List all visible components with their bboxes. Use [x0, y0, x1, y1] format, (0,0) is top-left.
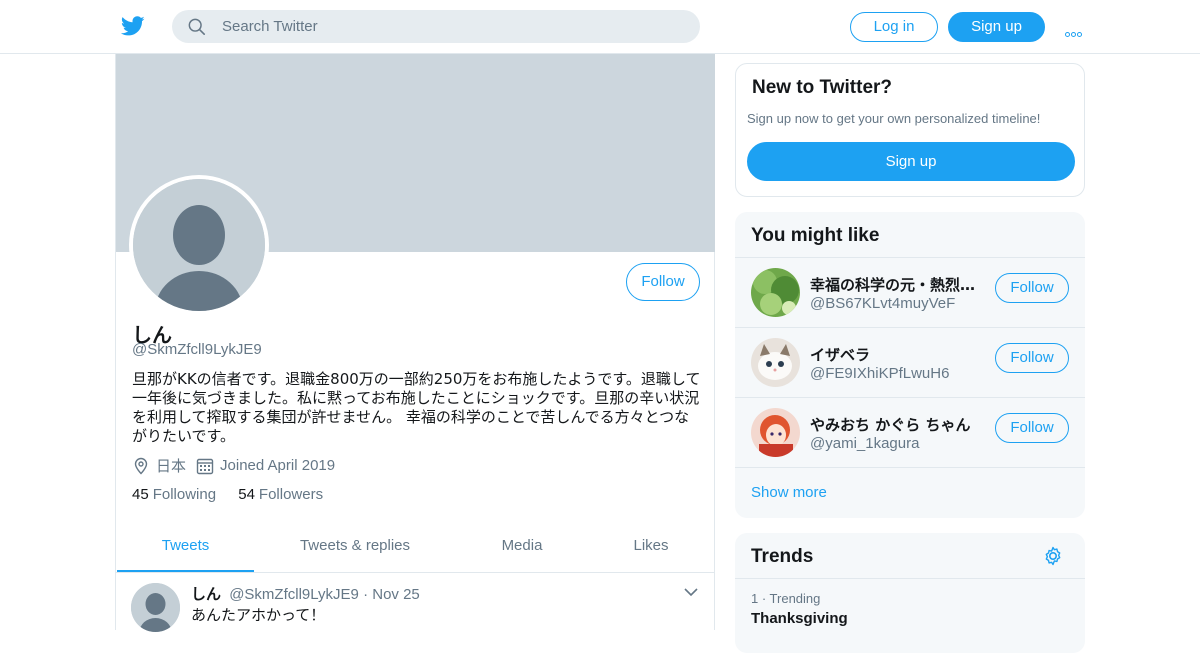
login-button[interactable]: Log in	[850, 12, 938, 42]
tab-likes[interactable]: Likes	[621, 520, 681, 572]
search-icon	[188, 18, 206, 36]
location-pin-icon	[134, 457, 148, 474]
suggestion-name[interactable]: イザベラ	[810, 344, 980, 365]
tweet-header: しん @SkmZfcll9LykJE9 · Nov 25	[191, 583, 420, 604]
following-count: 45	[132, 486, 149, 503]
top-bar: Log in Sign up	[0, 0, 1200, 54]
tweet-author-handle[interactable]: @SkmZfcll9LykJE9	[229, 586, 359, 603]
gear-icon[interactable]	[1043, 546, 1063, 566]
following-link[interactable]: 45 Following	[132, 486, 216, 503]
profile-stats: 45 Following 54 Followers	[132, 486, 341, 503]
tweet-separator: ·	[363, 586, 369, 603]
twitter-bird-icon[interactable]	[120, 14, 146, 38]
following-label: Following	[152, 486, 217, 503]
followers-count: 54	[238, 486, 255, 503]
more-options-icon[interactable]	[1065, 24, 1085, 37]
profile-tabs: Tweets Tweets & replies Media Likes	[116, 520, 715, 573]
suggestion-name[interactable]: やみおち かぐら ちゃん	[810, 414, 980, 435]
trend-meta: 1 · Trending	[751, 591, 821, 606]
joined-date: Joined April 2019	[196, 457, 335, 475]
suggestion-name[interactable]: 幸福の科学の元・熱烈信者	[810, 274, 980, 295]
nature-avatar-icon	[751, 268, 800, 317]
show-more-link[interactable]: Show more	[751, 484, 827, 501]
followers-link[interactable]: 54 Followers	[238, 486, 323, 503]
new-to-twitter-subtitle: Sign up now to get your own personalized…	[747, 111, 1041, 126]
chevron-down-icon[interactable]	[684, 587, 698, 597]
new-to-twitter-title: New to Twitter?	[752, 77, 893, 98]
suggestion-handle: @BS67KLvt4muyVeF	[810, 295, 956, 312]
trends-card: Trends 1 · Trending Thanksgiving	[735, 533, 1085, 653]
you-might-like-title: You might like	[751, 225, 880, 246]
tweet-text: あんたアホかって！	[191, 606, 326, 624]
cat-avatar-icon	[751, 338, 800, 387]
divider	[735, 578, 1085, 579]
anime-avatar-icon	[751, 408, 800, 457]
trend-name[interactable]: Thanksgiving	[751, 610, 848, 627]
joined-text: Joined April 2019	[220, 457, 336, 474]
suggestion-follow-button[interactable]: Follow	[995, 273, 1069, 303]
suggestion-follow-button[interactable]: Follow	[995, 343, 1069, 373]
tweet-avatar[interactable]	[131, 583, 180, 632]
signup-button[interactable]: Sign up	[948, 12, 1045, 42]
followers-label: Followers	[258, 486, 324, 503]
suggestion-handle: @yami_1kagura	[810, 435, 920, 452]
profile-meta: 日本 Joined April 2019	[132, 455, 345, 476]
profile-handle: @SkmZfcll9LykJE9	[132, 341, 262, 358]
tab-tweets[interactable]: Tweets	[117, 520, 254, 572]
suggestion-avatar[interactable]	[751, 338, 800, 387]
profile-bio: 旦那がKKの信者です。退職金800万の一部約250万をお布施したようです。退職し…	[132, 370, 701, 445]
suggestion-item[interactable]: 幸福の科学の元・熱烈信者 @BS67KLvt4muyVeF Follow	[735, 257, 1085, 327]
suggestion-avatar[interactable]	[751, 408, 800, 457]
location: 日本	[132, 455, 186, 476]
trends-title: Trends	[751, 546, 814, 567]
suggestion-avatar[interactable]	[751, 268, 800, 317]
tweet-date[interactable]: Nov 25	[372, 586, 420, 603]
default-avatar-icon	[131, 583, 180, 632]
suggestion-follow-button[interactable]: Follow	[995, 413, 1069, 443]
location-text: 日本	[156, 457, 187, 475]
search-bar[interactable]	[172, 10, 700, 43]
follow-button[interactable]: Follow	[626, 263, 700, 301]
tab-media[interactable]: Media	[486, 520, 558, 572]
divider	[735, 467, 1085, 468]
tweet-author-name[interactable]: しん	[191, 585, 221, 603]
profile-column: Follow しん @SkmZfcll9LykJE9 旦那がKKの信者です。退職…	[115, 54, 715, 633]
tweet-item[interactable]: しん @SkmZfcll9LykJE9 · Nov 25 あんたアホかって！	[116, 573, 715, 633]
suggestion-item[interactable]: イザベラ @FE9IXhiKPfLwuH6 Follow	[735, 327, 1085, 397]
calendar-icon	[196, 458, 214, 474]
suggestion-item[interactable]: やみおち かぐら ちゃん @yami_1kagura Follow	[735, 397, 1085, 467]
default-avatar-icon	[133, 179, 265, 311]
new-to-twitter-card: New to Twitter? Sign up now to get your …	[735, 63, 1085, 197]
suggestion-handle: @FE9IXhiKPfLwuH6	[810, 365, 950, 382]
profile-avatar[interactable]	[129, 175, 269, 315]
you-might-like-card: You might like 幸福の科学の元・熱烈信者 @BS67KLvt4mu…	[735, 212, 1085, 518]
tab-tweets-replies[interactable]: Tweets & replies	[284, 520, 426, 572]
signup-card-button[interactable]: Sign up	[747, 142, 1075, 181]
search-input[interactable]	[222, 10, 682, 43]
